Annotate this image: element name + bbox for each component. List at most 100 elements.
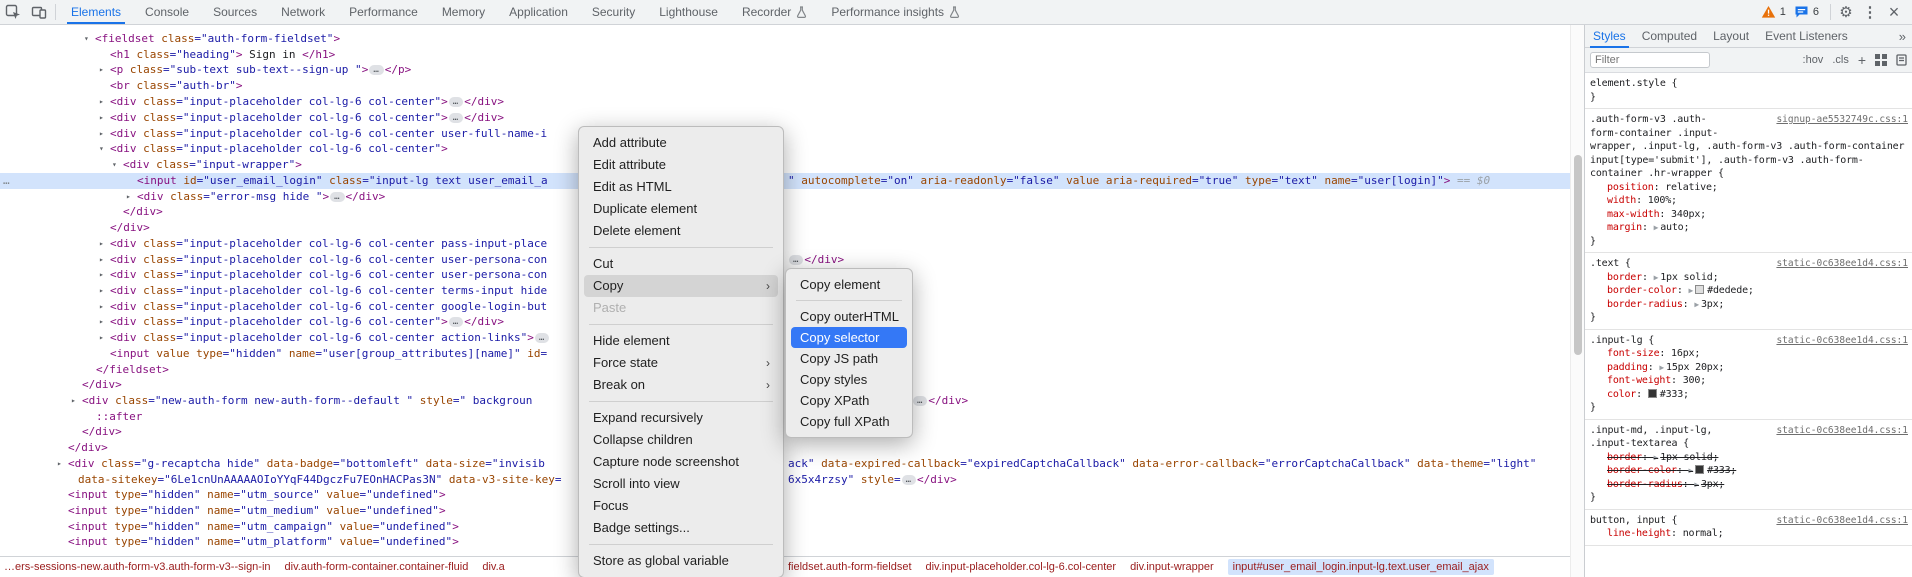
device-toolbar-icon[interactable] [26, 0, 52, 24]
collapse-arrow-icon[interactable]: ▾ [99, 141, 104, 157]
tab-security[interactable]: Security [580, 0, 647, 24]
dom-row[interactable]: ▸<div class="input-placeholder col-lg-6 … [0, 94, 1570, 110]
sidebar-tab-styles[interactable]: Styles [1585, 25, 1634, 48]
dom-row[interactable]: ▸<div class="input-placeholder col-lg-6 … [0, 126, 1570, 142]
menu-item-copy[interactable]: Copy› [584, 275, 778, 297]
breadcrumb-item[interactable]: div.input-placeholder.col-lg-6.col-cente… [926, 561, 1117, 573]
expand-shorthand-icon[interactable]: ▶ [1694, 480, 1699, 489]
menu-item-hide-element[interactable]: Hide element [584, 330, 778, 352]
dom-row[interactable]: ▾<fieldset class="auth-form-fieldset"> [0, 31, 1570, 47]
breadcrumb-item[interactable]: …ers-sessions-new.auth-form-v3.auth-form… [4, 561, 271, 573]
dom-row[interactable]: <input type="hidden" name="utm_platform"… [0, 534, 1570, 550]
expand-inline-ellipsis[interactable]: … [369, 65, 383, 75]
breadcrumb-item[interactable]: div.input-wrapper [1130, 561, 1214, 573]
dom-row[interactable]: <input type="hidden" name="utm_source" v… [0, 487, 1570, 503]
tab-performance-insights[interactable]: Performance insights [819, 0, 972, 24]
stylesheet-link[interactable]: static-0c638ee1d4.css:1 [1776, 514, 1908, 528]
dom-row[interactable]: </div> [0, 204, 1570, 220]
menu-item-cut[interactable]: Cut [584, 253, 778, 275]
dom-row[interactable]: <input type="hidden" name="utm_campaign"… [0, 519, 1570, 535]
tab-performance[interactable]: Performance [337, 0, 430, 24]
expand-inline-ellipsis[interactable]: … [330, 192, 344, 202]
expand-inline-ellipsis[interactable]: … [449, 317, 463, 327]
css-property-border[interactable]: border: ▶1px solid; [1590, 451, 1908, 465]
expand-arrow-icon[interactable]: ▸ [99, 126, 104, 142]
dom-row[interactable]: </div> [0, 440, 1570, 456]
expand-arrow-icon[interactable]: ▸ [99, 110, 104, 126]
menu-item-duplicate-element[interactable]: Duplicate element [584, 198, 778, 220]
elements-scrollbar[interactable] [1570, 25, 1584, 577]
css-property-width[interactable]: width: 100%; [1590, 194, 1908, 208]
menu-item-copy-element[interactable]: Copy element [791, 274, 907, 295]
new-style-rule-button[interactable]: + [1858, 52, 1866, 68]
tab-console[interactable]: Console [133, 0, 201, 24]
collapse-arrow-icon[interactable]: ▾ [112, 157, 117, 173]
expand-arrow-icon[interactable]: ▸ [126, 189, 131, 205]
dom-row[interactable]: ▸<p class="sub-text sub-text--sign-up ">… [0, 62, 1570, 78]
tab-recorder[interactable]: Recorder [730, 0, 819, 24]
color-swatch[interactable] [1695, 285, 1704, 294]
messages-count[interactable]: 6 [1813, 6, 1819, 18]
css-property-font-size[interactable]: font-size: 16px; [1590, 347, 1908, 361]
expand-arrow-icon[interactable]: ▸ [99, 330, 104, 346]
breadcrumb-item[interactable]: div.auth-form-container.container-fluid [285, 561, 469, 573]
settings-gear-icon[interactable]: ⚙ [1834, 3, 1858, 21]
expand-inline-ellipsis[interactable]: … [535, 333, 549, 343]
expand-arrow-icon[interactable]: ▸ [99, 314, 104, 330]
css-property-margin[interactable]: margin: ▶auto; [1590, 221, 1908, 235]
close-devtools-icon[interactable]: × [1882, 2, 1906, 23]
expand-inline-ellipsis[interactable]: … [913, 396, 927, 406]
breadcrumb-item[interactable]: fieldset.auth-form-fieldset [788, 561, 912, 573]
stylesheet-link[interactable]: signup-ae5532749c.css:1 [1776, 113, 1908, 127]
styles-filter-input[interactable] [1590, 52, 1710, 68]
menu-item-copy-selector[interactable]: Copy selector [791, 327, 907, 348]
css-property-line-height[interactable]: line-height: normal; [1590, 527, 1908, 541]
css-property-border-radius[interactable]: border-radius: ▶3px; [1590, 478, 1908, 492]
tab-sources[interactable]: Sources [201, 0, 269, 24]
menu-item-break-on[interactable]: Break on› [584, 374, 778, 396]
tab-network[interactable]: Network [269, 0, 337, 24]
css-property-border-color[interactable]: border-color: ▶#dedede; [1590, 284, 1908, 298]
menu-item-capture-node-screenshot[interactable]: Capture node screenshot [584, 451, 778, 473]
css-property-padding[interactable]: padding: ▶15px 20px; [1590, 361, 1908, 375]
dom-row[interactable]: <br class="auth-br"> [0, 78, 1570, 94]
stylesheet-link[interactable]: static-0c638ee1d4.css:1 [1776, 424, 1908, 438]
breadcrumb-item-selected[interactable]: input#user_email_login.input-lg.text.use… [1228, 559, 1494, 575]
css-property-position[interactable]: position: relative; [1590, 181, 1908, 195]
tab-lighthouse[interactable]: Lighthouse [647, 0, 730, 24]
dom-row[interactable]: ▸<div class="input-placeholder col-lg-6 … [0, 110, 1570, 126]
dom-row-selected[interactable]: …<input id="user_email_login" class="inp… [0, 173, 1570, 189]
menu-item-force-state[interactable]: Force state› [584, 352, 778, 374]
css-rule[interactable]: static-0c638ee1d4.css:1.input-md, .input… [1585, 420, 1912, 510]
sidebar-tab-event-listeners[interactable]: Event Listeners [1757, 25, 1856, 48]
sidebar-tab-layout[interactable]: Layout [1705, 25, 1757, 48]
menu-item-copy-full-xpath[interactable]: Copy full XPath [791, 411, 907, 432]
dom-row[interactable]: </div> [0, 220, 1570, 236]
css-rule[interactable]: static-0c638ee1d4.css:1.text {border: ▶1… [1585, 253, 1912, 330]
expand-arrow-icon[interactable]: ▸ [99, 283, 104, 299]
color-swatch[interactable] [1648, 389, 1657, 398]
computed-styles-icon[interactable] [1896, 54, 1907, 66]
row-ellipsis-gutter[interactable]: … [3, 173, 11, 189]
expand-shorthand-icon[interactable]: ▶ [1654, 273, 1659, 282]
menu-item-scroll-into-view[interactable]: Scroll into view [584, 473, 778, 495]
tab-elements[interactable]: Elements [59, 0, 133, 24]
dom-row[interactable]: ▾<div class="input-placeholder col-lg-6 … [0, 141, 1570, 157]
expand-arrow-icon[interactable]: ▸ [99, 62, 104, 78]
tab-application[interactable]: Application [497, 0, 580, 24]
css-property-color[interactable]: color: #333; [1590, 388, 1908, 402]
css-property-border-radius[interactable]: border-radius: ▶3px; [1590, 298, 1908, 312]
dom-row[interactable]: ▾<div class="input-wrapper"> [0, 157, 1570, 173]
stylesheet-link[interactable]: static-0c638ee1d4.css:1 [1776, 334, 1908, 348]
expand-arrow-icon[interactable]: ▸ [71, 393, 76, 409]
expand-shorthand-icon[interactable]: ▶ [1654, 453, 1659, 462]
css-rule[interactable]: static-0c638ee1d4.css:1.input-lg {font-s… [1585, 330, 1912, 420]
menu-item-delete-element[interactable]: Delete element [584, 220, 778, 242]
scrollbar-thumb[interactable] [1574, 155, 1582, 355]
menu-item-copy-js-path[interactable]: Copy JS path [791, 348, 907, 369]
dom-row[interactable]: ▸<div class="g-recaptcha hide" data-badg… [0, 456, 1570, 472]
menu-item-copy-xpath[interactable]: Copy XPath [791, 390, 907, 411]
element-classes-button[interactable]: .cls [1832, 54, 1849, 66]
warning-icon[interactable] [1761, 5, 1776, 19]
dom-row[interactable]: data-sitekey="6Le1cnUnAAAAAOIoYYqF44Dgcz… [0, 472, 1570, 488]
